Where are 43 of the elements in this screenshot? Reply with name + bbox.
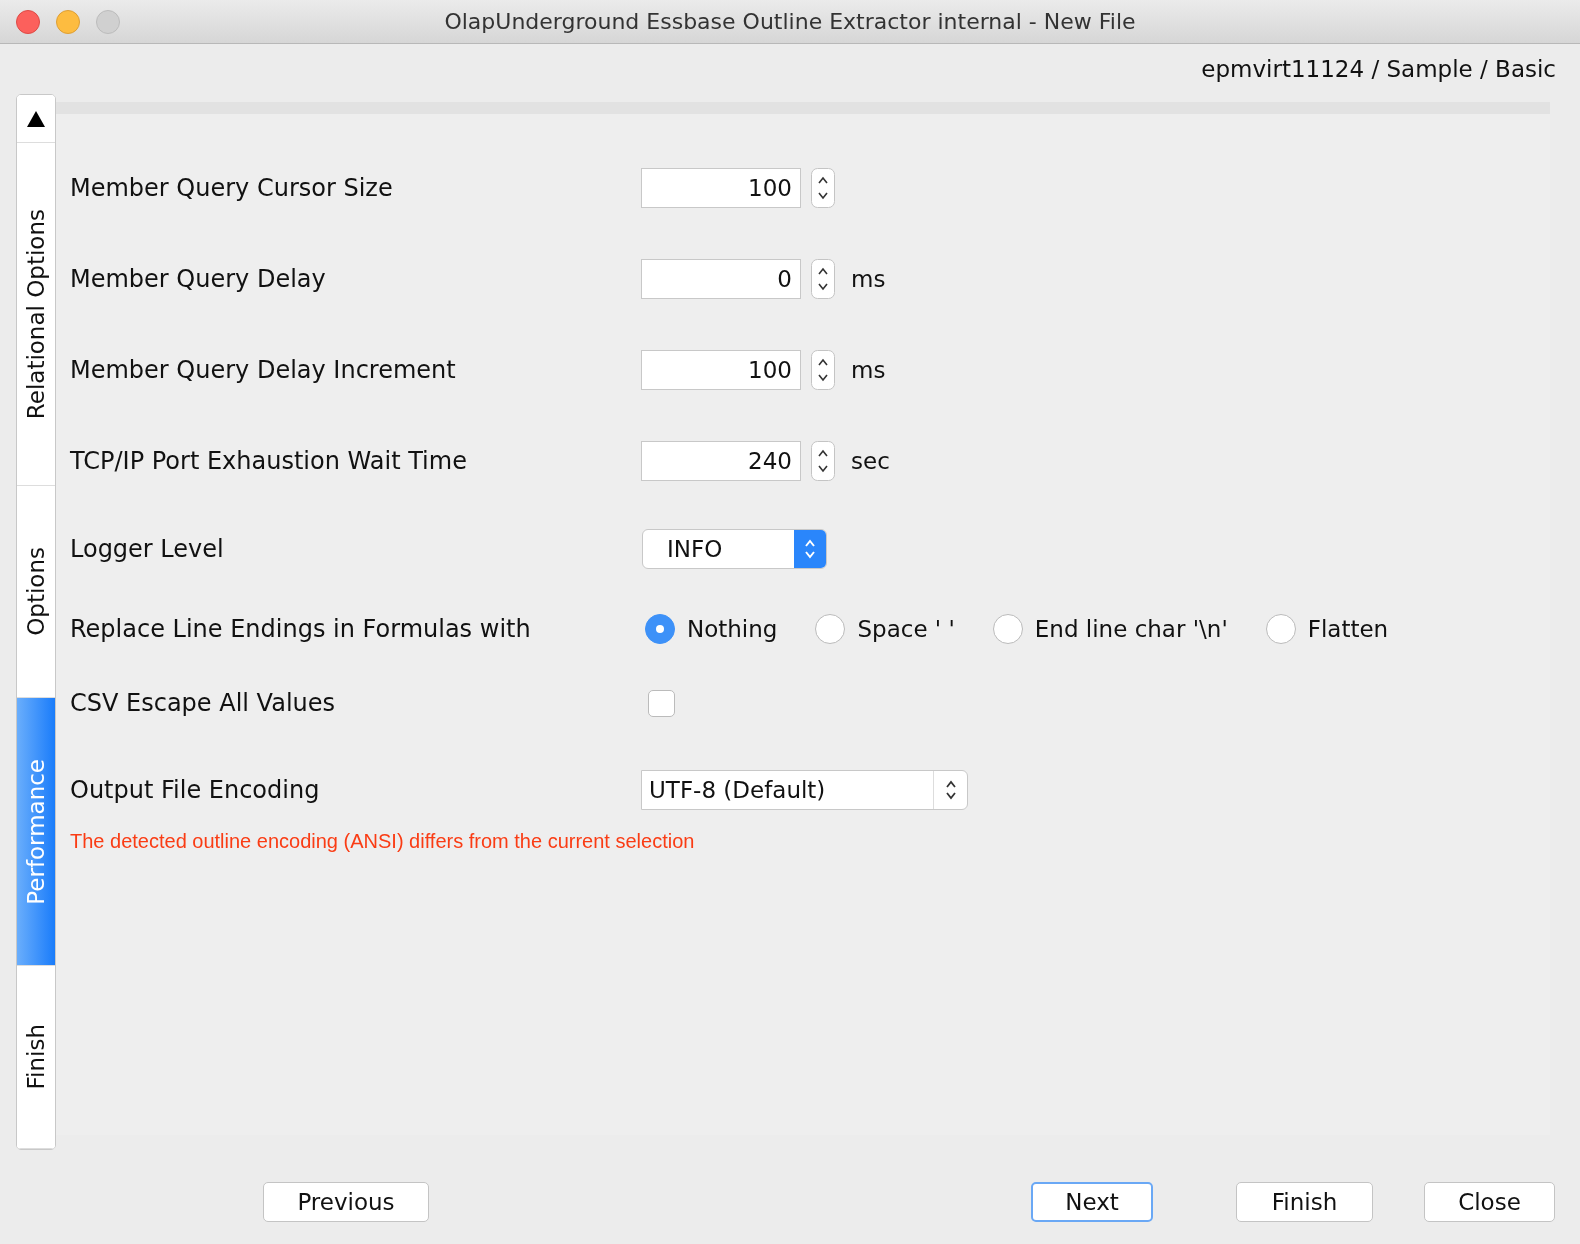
setting-label: Replace Line Endings in Formulas with [70, 615, 532, 643]
stepper-icon[interactable] [811, 259, 835, 299]
wizard-button[interactable]: Next [1031, 1182, 1153, 1222]
wizard-button[interactable]: Close [1424, 1182, 1555, 1222]
minimize-icon[interactable] [56, 10, 80, 34]
number-field[interactable]: 100 [641, 168, 801, 208]
number-field[interactable]: 240 [641, 441, 801, 481]
unit-label: sec [851, 448, 890, 474]
setting-label: Logger Level [70, 535, 225, 563]
setting-label: Output File Encoding [70, 776, 321, 804]
encoding-dropdown[interactable]: UTF-8 (Default) [641, 770, 968, 810]
up-triangle-icon [26, 109, 46, 128]
setting-label: Member Query Delay Increment [70, 356, 457, 384]
scroll-up-button[interactable] [17, 95, 55, 143]
setting-label: TCP/IP Port Exhaustion Wait Time [70, 447, 468, 475]
setting-label: CSV Escape All Values [70, 689, 337, 717]
window-title: OlapUnderground Essbase Outline Extractor internal - New File [444, 9, 1136, 34]
radio-option[interactable]: Nothing [645, 614, 778, 644]
number-field[interactable]: 0 [641, 259, 801, 299]
up-down-caret-icon [943, 778, 958, 802]
number-field[interactable]: 100 [641, 350, 801, 390]
wizard-button[interactable]: Previous [263, 1182, 429, 1222]
stepper-icon[interactable] [811, 350, 835, 390]
radio-button[interactable] [645, 614, 675, 644]
stepper-icon[interactable] [811, 168, 835, 208]
radio-button[interactable] [815, 614, 846, 644]
radio-option[interactable]: Space ' ' [815, 614, 955, 644]
setting-label: Member Query Cursor Size [70, 174, 394, 202]
up-down-caret-icon [803, 537, 817, 561]
logger-level-dropdown[interactable]: INFO [642, 529, 827, 569]
wizard-button[interactable]: Finish [1236, 1182, 1373, 1222]
stepper-icon[interactable] [811, 441, 835, 481]
radio-option[interactable]: End line char '\n' [992, 614, 1228, 644]
unit-label: ms [851, 357, 886, 383]
warning-message: The detected outline encoding (ANSI) differs from the current selection [70, 830, 696, 853]
checkbox[interactable] [648, 689, 675, 717]
connection-path: epmvirt11124 / Sample / Basic [1201, 56, 1556, 82]
radio-button[interactable] [1265, 614, 1296, 644]
radio-option[interactable]: Flatten [1265, 614, 1389, 644]
unit-label: ms [851, 266, 886, 292]
radio-button[interactable] [992, 614, 1023, 644]
setting-label: Member Query Delay [70, 265, 327, 293]
close-icon[interactable] [16, 10, 40, 34]
